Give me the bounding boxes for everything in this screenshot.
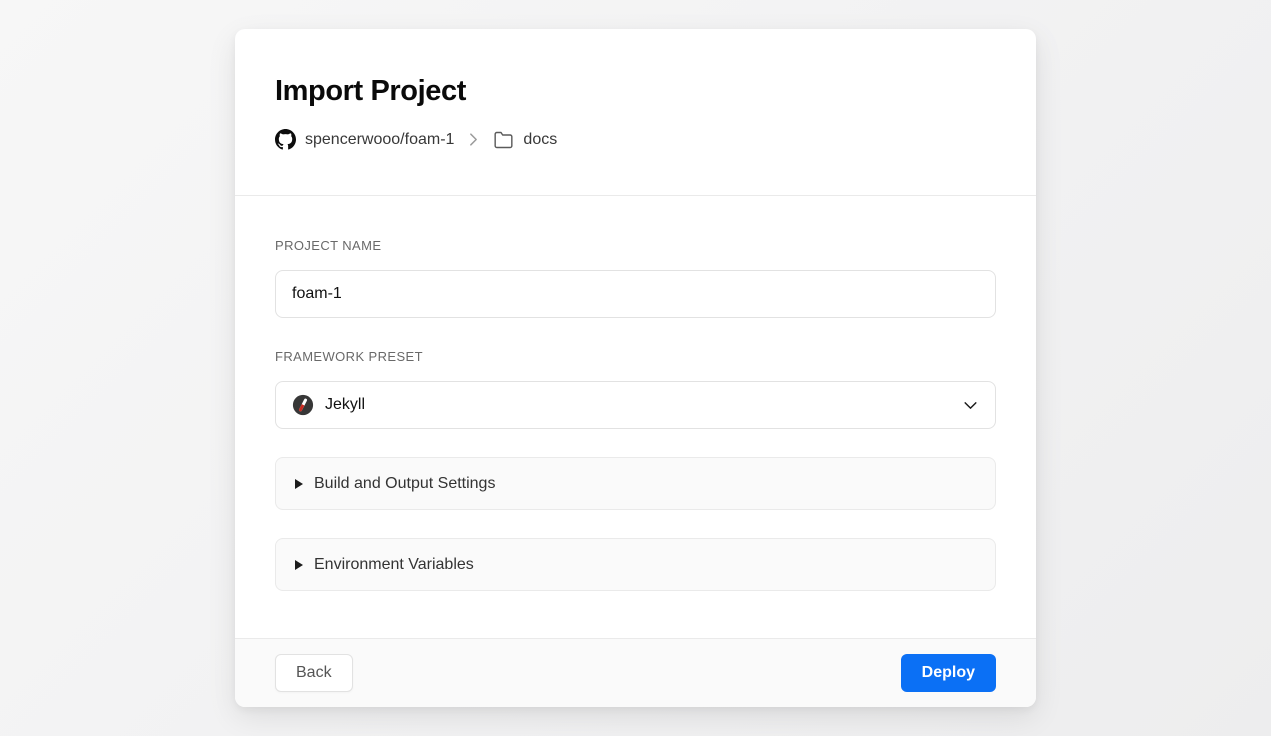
dialog-body: PROJECT NAME FRAMEWORK PRESET Jekyll xyxy=(235,196,1036,638)
project-name-input[interactable] xyxy=(275,270,996,318)
chevron-down-icon xyxy=(962,397,979,414)
github-logo-icon xyxy=(275,129,296,150)
breadcrumb-directory[interactable]: docs xyxy=(523,131,557,149)
deploy-button[interactable]: Deploy xyxy=(901,654,996,692)
breadcrumb-repo[interactable]: spencerwooo/foam-1 xyxy=(305,131,454,149)
build-output-settings-toggle[interactable]: Build and Output Settings xyxy=(275,457,996,510)
framework-preset-label: FRAMEWORK PRESET xyxy=(275,349,996,364)
chevron-right-icon xyxy=(465,131,482,148)
triangle-right-icon xyxy=(295,560,303,570)
environment-variables-label: Environment Variables xyxy=(314,556,474,574)
build-output-settings-label: Build and Output Settings xyxy=(314,475,495,493)
dialog-footer: Back Deploy xyxy=(235,638,1036,707)
breadcrumb: spencerwooo/foam-1 docs xyxy=(275,129,996,195)
jekyll-logo-icon xyxy=(292,394,314,416)
triangle-right-icon xyxy=(295,479,303,489)
dialog-header: Import Project spencerwooo/foam-1 docs xyxy=(235,29,1036,196)
framework-selected-value: Jekyll xyxy=(325,396,365,414)
project-name-label: PROJECT NAME xyxy=(275,238,996,253)
framework-preset-select[interactable]: Jekyll xyxy=(275,381,996,429)
environment-variables-toggle[interactable]: Environment Variables xyxy=(275,538,996,591)
back-button[interactable]: Back xyxy=(275,654,353,692)
folder-icon xyxy=(493,130,514,150)
page-title: Import Project xyxy=(275,75,996,108)
import-project-dialog: Import Project spencerwooo/foam-1 docs xyxy=(235,29,1036,707)
